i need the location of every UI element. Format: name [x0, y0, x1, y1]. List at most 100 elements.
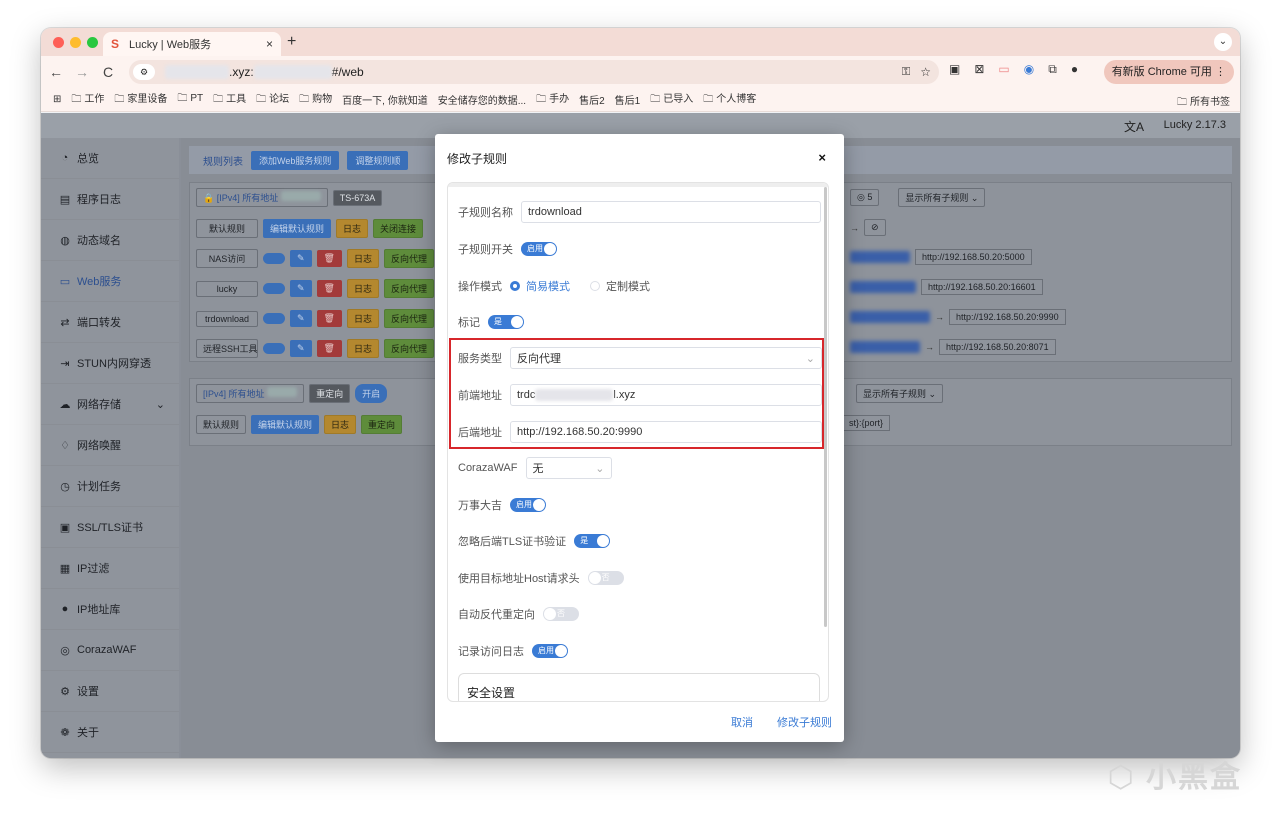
action-badge: 反向代理 [384, 279, 435, 298]
tab-close-icon[interactable]: × [266, 37, 273, 51]
password-key-icon[interactable]: ⚿ [902, 66, 910, 79]
bookmark-item[interactable]: 论坛 [256, 90, 289, 109]
bookmark-item[interactable]: 个人博客 [703, 90, 756, 109]
access-log-switch[interactable]: 启用 [532, 644, 568, 658]
apps-grid-icon[interactable]: ⊞ [53, 94, 61, 105]
tab-title: Lucky | Web服务 [129, 39, 212, 51]
ip-filter-icon: ▦ [59, 562, 71, 575]
bookmark-item[interactable]: 安全储存您的数据... [438, 92, 526, 107]
subrule-toggle[interactable] [263, 313, 285, 324]
sidebar-item-logs[interactable]: ▤ 程序日志 [41, 179, 179, 220]
sidebar-item-storage[interactable]: ☁ 网络存储 ⌄ [41, 384, 179, 425]
profile-avatar[interactable]: ● [1071, 62, 1078, 77]
sidebar-item-settings[interactable]: ⚙ 设置 [41, 671, 179, 712]
sidebar-item-ddns[interactable]: ◍ 动态域名 [41, 220, 179, 261]
log-badge[interactable]: 日志 [346, 279, 379, 298]
sidebar-item-schedule[interactable]: ◷ 计划任务 [41, 466, 179, 507]
log-badge[interactable]: 日志 [324, 415, 357, 434]
rule-toggle[interactable]: 开启 [355, 384, 388, 403]
auto-redirect-switch[interactable]: 否 [543, 607, 579, 621]
extension-icon[interactable]: ▣ [949, 62, 960, 77]
mode-custom-radio[interactable]: 定制模式 [590, 278, 650, 294]
log-badge[interactable]: 日志 [346, 339, 379, 358]
sidebar-item-port-forward[interactable]: ⇄ 端口转发 [41, 302, 179, 343]
chrome-update-button[interactable]: 有新版 Chrome 可用 ⋮ [1103, 60, 1234, 84]
bookmark-star-icon[interactable]: ☆ [920, 65, 931, 79]
log-badge[interactable]: 日志 [336, 219, 369, 238]
waf-select[interactable]: 无 ⌄ [525, 457, 612, 479]
bookmark-item[interactable]: 已导入 [650, 90, 693, 109]
show-all-subrules-select[interactable]: 显示所有子规则 ⌄ [856, 384, 944, 403]
show-all-subrules-select[interactable]: 显示所有子规则 ⌄ [898, 188, 986, 207]
subrule-enable-switch[interactable]: 启用 [521, 242, 557, 256]
delete-icon[interactable]: 🗑 [316, 250, 342, 267]
sidebar-item-dashboard[interactable]: ◔ 总览 [41, 138, 179, 179]
bookmark-item[interactable]: 售后1 [615, 92, 641, 107]
sidebar-item-ssl[interactable]: ▣ SSL/TLS证书 [41, 507, 179, 548]
use-host-switch[interactable]: 否 [587, 571, 624, 585]
subrule-toggle[interactable] [263, 343, 285, 354]
log-badge[interactable]: 日志 [346, 309, 379, 328]
new-tab-button[interactable]: + [287, 33, 296, 51]
forward-icon[interactable]: → [71, 64, 93, 80]
action-badge: 反向代理 [384, 339, 435, 358]
back-icon[interactable]: ← [45, 64, 67, 80]
mark-switch[interactable]: 是 [488, 315, 524, 329]
rule-card-header: 🔒 [IPv4] 所有地址 TS-673A [196, 188, 383, 207]
bookmark-item[interactable]: PT [177, 91, 203, 108]
all-bookmarks[interactable]: 所有书签 [1177, 93, 1230, 112]
bookmark-item[interactable]: 工具 [213, 90, 246, 109]
log-badge[interactable]: 日志 [346, 249, 379, 268]
bookmark-item[interactable]: 工作 [71, 90, 104, 109]
bookmark-item[interactable]: 购物 [299, 90, 332, 109]
edit-icon[interactable]: ✎ [290, 310, 312, 327]
browser-tab[interactable]: S Lucky | Web服务 × [103, 32, 281, 56]
sidebar-item-about[interactable]: ❁ 关于 [41, 712, 179, 753]
wanshi-switch[interactable]: 启用 [510, 498, 546, 512]
close-window-button[interactable] [53, 37, 64, 48]
edit-icon[interactable]: ✎ [290, 280, 312, 297]
bookmark-item[interactable]: 家里设备 [114, 90, 167, 109]
adjust-order-button[interactable]: 调整规则顺 [347, 150, 409, 170]
edit-icon[interactable]: ✎ [290, 340, 312, 357]
bookmark-item[interactable]: 百度一下, 你就知道 [342, 92, 428, 107]
sidebar-item-waf[interactable]: ◎ CorazaWAF [41, 630, 179, 671]
extension-icon[interactable]: ▭ [998, 62, 1009, 77]
bookmark-item[interactable]: 售后2 [579, 92, 605, 107]
sidebar-item-wol[interactable]: ♢ 网络唤醒 [41, 425, 179, 466]
subrule-toggle[interactable] [263, 253, 285, 264]
delete-icon[interactable]: 🗑 [316, 310, 342, 327]
sidebar-item-stun[interactable]: ⇥ STUN内网穿透 [41, 343, 179, 384]
dialog-scrollbar[interactable] [824, 187, 827, 627]
subrule-name-input[interactable]: trdownload [521, 201, 821, 223]
translate-icon[interactable]: 文A [1124, 118, 1144, 135]
minimize-window-button[interactable] [70, 37, 81, 48]
extension-icon[interactable]: ⊠ [974, 62, 984, 77]
edit-icon[interactable]: ✎ [290, 250, 312, 267]
edit-default-rule-button[interactable]: 编辑默认规则 [263, 219, 332, 238]
bookmark-item[interactable]: 手办 [536, 90, 569, 109]
mode-simple-radio[interactable]: 简易模式 [510, 278, 570, 294]
add-rule-button[interactable]: 添加Web服务规则 [251, 150, 340, 170]
rule-card-header-right: 显示所有子规则 ⌄ [856, 384, 944, 403]
delete-icon[interactable]: 🗑 [316, 280, 342, 297]
tab-rule-list[interactable]: 规则列表 [203, 153, 243, 168]
subrule-toggle[interactable] [263, 283, 285, 294]
wol-icon: ♢ [60, 439, 70, 452]
sidebar-item-web[interactable]: ▭ Web服务 [41, 261, 179, 302]
cancel-button[interactable]: 取消 [731, 714, 753, 730]
ignore-tls-switch[interactable]: 是 [574, 534, 611, 548]
extensions-puzzle-icon[interactable]: ⧉ [1048, 62, 1057, 77]
address-bar[interactable]: ⚙ .xyz: #/web ⚿ ☆ [129, 60, 939, 84]
delete-icon[interactable]: 🗑 [316, 340, 342, 357]
maximize-window-button[interactable] [87, 37, 98, 48]
sidebar-item-ip-filter[interactable]: ▦ IP过滤 [41, 548, 179, 589]
edit-default-rule-button[interactable]: 编辑默认规则 [251, 415, 320, 434]
site-info-icon[interactable]: ⚙ [133, 64, 155, 80]
reload-icon[interactable]: C [97, 64, 119, 80]
close-icon[interactable]: × [818, 150, 826, 165]
submit-button[interactable]: 修改子规则 [777, 714, 832, 730]
extension-icon[interactable]: ◉ [1024, 62, 1034, 77]
sidebar-item-ip-db[interactable]: ● IP地址库 [41, 589, 179, 630]
tab-search-icon[interactable]: ⌄ [1214, 33, 1232, 51]
